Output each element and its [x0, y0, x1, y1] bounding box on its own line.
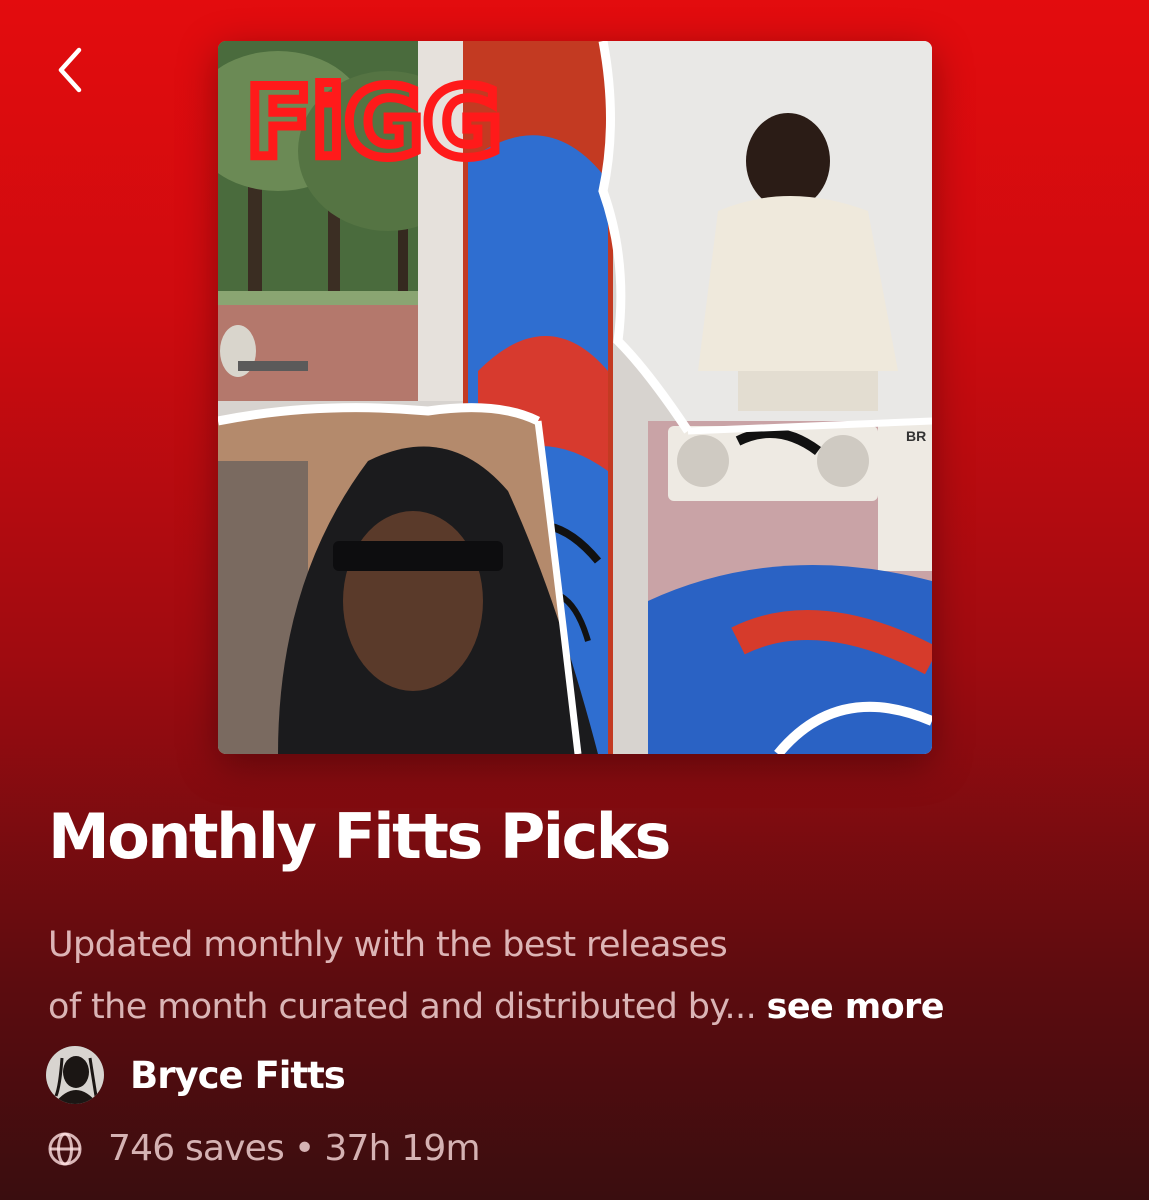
owner-name: Bryce Fitts — [130, 1053, 346, 1097]
saves-count: 746 saves — [108, 1128, 285, 1169]
chevron-left-icon — [58, 47, 82, 93]
cover-boombox-wall: BR — [648, 421, 932, 754]
playlist-meta: 746 saves • 37h 19m — [46, 1128, 481, 1169]
playlist-title: Monthly Fitts Picks — [48, 800, 671, 873]
globe-icon — [46, 1130, 84, 1168]
meta-separator: • — [293, 1128, 315, 1169]
cover-graffiti-tag: FiGG — [246, 67, 502, 179]
playlist-description: Updated monthly with the best releases o… — [48, 914, 1118, 1038]
description-line-1: Updated monthly with the best releases — [48, 925, 728, 965]
owner-link[interactable]: Bryce Fitts — [46, 1046, 346, 1104]
cover-corner-text: BR — [906, 428, 926, 444]
back-button[interactable] — [40, 40, 100, 100]
total-duration: 37h 19m — [324, 1128, 480, 1169]
avatar — [46, 1046, 104, 1104]
see-more-button[interactable]: see more — [767, 987, 945, 1027]
description-line-2-text: of the month curated and distributed by.… — [48, 987, 757, 1027]
description-line-2: of the month curated and distributed by.… — [48, 976, 1118, 1038]
cover-portrait-right — [603, 41, 932, 431]
playlist-cover: BR FiGG — [218, 41, 932, 754]
